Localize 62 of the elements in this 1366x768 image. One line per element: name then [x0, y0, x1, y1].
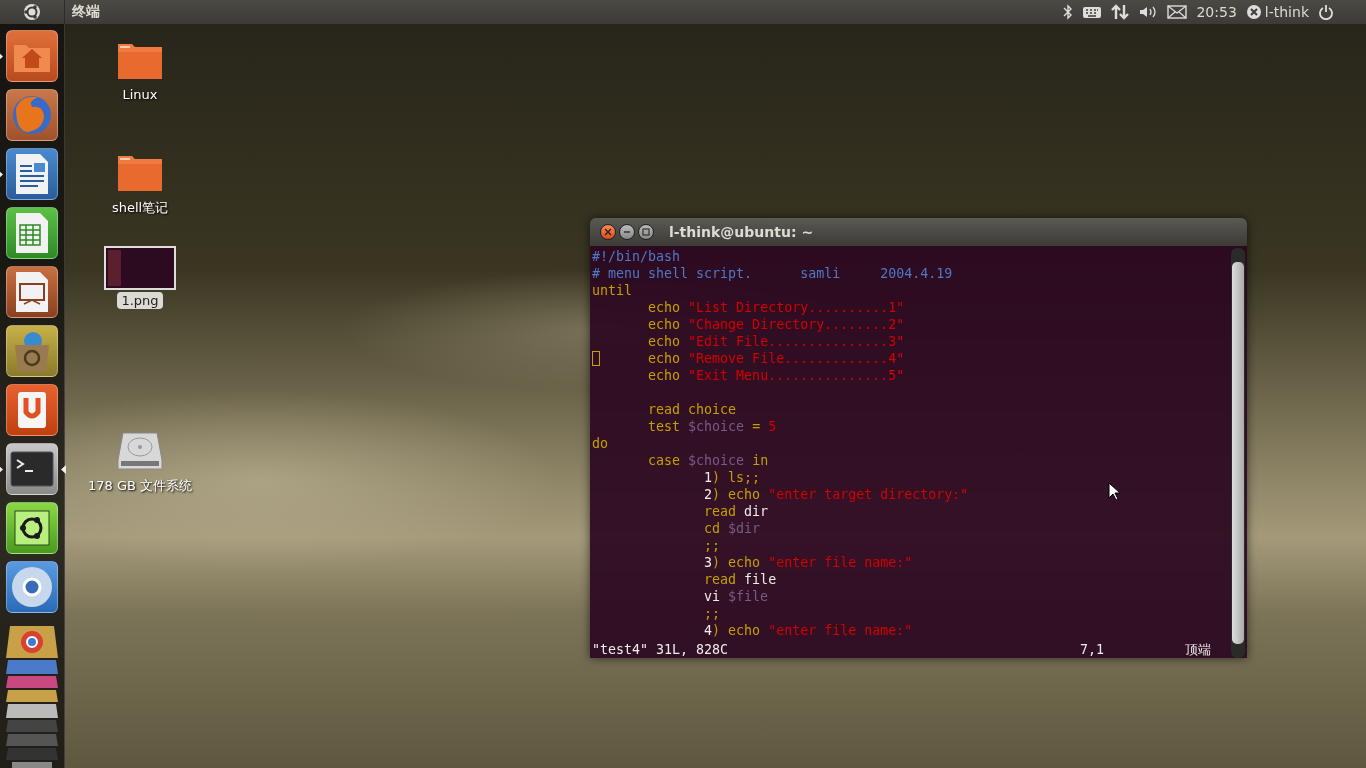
desktop-icon-label[interactable]: Linux	[118, 86, 162, 103]
code-line: #!/bin/bash	[592, 248, 681, 265]
user-name[interactable]: l-think	[1264, 4, 1309, 20]
launcher-button[interactable]	[6, 325, 58, 377]
code-line: 2) echo "enter target directory:"	[703, 486, 969, 503]
minimize-button[interactable]	[619, 224, 635, 240]
close-button[interactable]	[600, 224, 616, 240]
code-line: echo "Exit Menu...............5"	[647, 367, 905, 384]
code-line: 4) echo "enter file name:"	[703, 622, 913, 639]
code-line: echo "Edit File...............3"	[647, 333, 905, 350]
desktop-icon-label[interactable]: 1.png	[117, 292, 163, 309]
code-line: do	[592, 435, 608, 452]
code-line: case $choice in	[647, 452, 769, 469]
minimize-icon	[623, 228, 631, 236]
scrollbar-thumb[interactable]	[1232, 262, 1244, 644]
circle-logo-icon	[10, 565, 54, 609]
keyboard-icon[interactable]	[1082, 5, 1103, 19]
terminal-icon	[10, 451, 54, 487]
app-title: 终端	[72, 3, 100, 21]
scroll-position: 顶端	[1185, 641, 1212, 658]
code-line: vi $file	[703, 588, 769, 605]
user-status-icon[interactable]	[1245, 4, 1262, 20]
code-line: ;;	[703, 537, 721, 554]
launcher-button[interactable]	[6, 443, 58, 495]
mail-icon[interactable]	[1167, 5, 1188, 19]
logo-icon	[22, 2, 42, 22]
cursor-position: 7,1	[1080, 641, 1106, 658]
code-line: ;;	[703, 605, 721, 622]
launcher-button[interactable]	[6, 266, 58, 318]
maximize-icon	[642, 228, 650, 236]
image-thumbnail[interactable]	[104, 246, 176, 290]
clock[interactable]: 20:53	[1196, 4, 1237, 20]
code-line: read dir	[703, 503, 769, 520]
code-line: until	[592, 282, 633, 299]
code-line: 1) ls;;	[703, 469, 761, 486]
spreadsheet-icon	[14, 211, 50, 255]
desktop-icon-label[interactable]: shell笔记	[107, 198, 173, 218]
close-icon	[604, 228, 612, 236]
code-line: test $choice = 5	[647, 418, 777, 435]
launcher-button[interactable]	[6, 502, 58, 554]
power-icon[interactable]	[1318, 4, 1334, 20]
code-line: echo "List Directory..........1"	[647, 299, 905, 316]
code-line: # menu shell script. samli 2004.4.19	[592, 265, 953, 282]
code-line: 3) echo "enter file name:"	[703, 554, 913, 571]
hard-drive-icon[interactable]	[117, 432, 163, 470]
code-line: echo "Change Directory........2"	[647, 316, 905, 333]
launcher-button[interactable]	[6, 148, 58, 200]
presentation-icon	[14, 270, 50, 314]
globe-icon	[10, 93, 54, 137]
code-line: cd $dir	[703, 520, 761, 537]
window-title: l-think@ubuntu: ~	[669, 224, 814, 240]
network-icon[interactable]	[1111, 4, 1130, 20]
mouse-pointer-icon	[1108, 482, 1120, 501]
maximize-button[interactable]	[638, 224, 654, 240]
scrollbar[interactable]	[1231, 248, 1245, 658]
volume-icon[interactable]	[1138, 4, 1159, 20]
code-line: read choice	[647, 401, 737, 418]
file-info: "test4" 31L, 828C	[592, 641, 729, 658]
code-line: echo "Remove File.............4"	[592, 350, 905, 367]
code-line: read file	[703, 571, 777, 588]
bluetooth-icon[interactable]	[1063, 4, 1074, 20]
document-icon	[14, 152, 50, 196]
